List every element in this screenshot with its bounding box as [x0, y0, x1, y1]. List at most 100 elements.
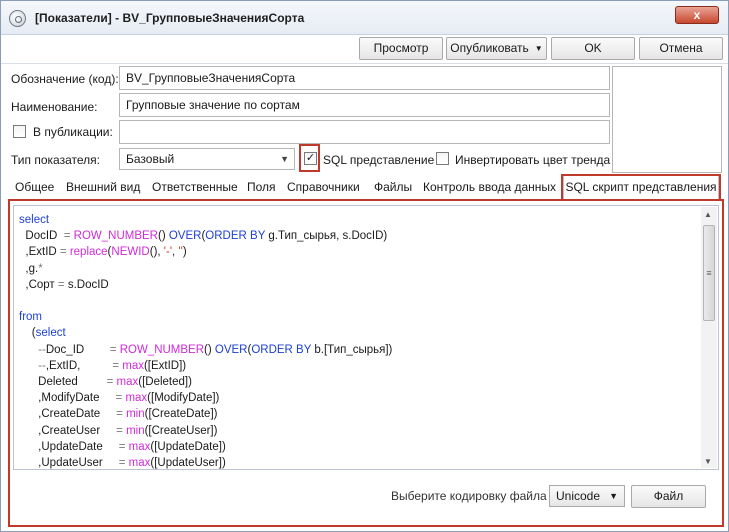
preview-button[interactable]: Просмотр: [359, 37, 443, 60]
scroll-up-icon[interactable]: ▲: [704, 210, 712, 219]
sql-view-label: SQL представление: [323, 153, 435, 167]
publication-field[interactable]: [119, 120, 610, 144]
code-token: (): [158, 230, 169, 243]
code-token: =: [59, 246, 67, 259]
code-token: ([ModifyDate]): [147, 392, 220, 405]
code-token: '-': [163, 246, 173, 259]
code-token: from: [19, 311, 42, 324]
code-token: ([UpdateDate]): [150, 440, 226, 453]
encoding-select[interactable]: Unicode ▼: [549, 485, 625, 507]
tab-fields[interactable]: Поля: [247, 180, 276, 194]
file-button[interactable]: Файл: [631, 485, 706, 508]
image-preview-box: [612, 66, 722, 173]
code-token: max: [125, 392, 148, 405]
code-token: =: [116, 408, 123, 421]
code-token: Deleted: [19, 376, 107, 389]
window-title: [Показатели] - BV_ГрупповыеЗначенияСорта: [35, 11, 305, 25]
code-token: =: [116, 424, 123, 437]
code-token: max: [128, 457, 151, 470]
publish-button[interactable]: Опубликовать ▼: [446, 37, 547, 60]
code-token: OVER: [168, 230, 202, 243]
chevron-down-icon: ▼: [280, 154, 289, 164]
app-logo-icon: [9, 10, 26, 27]
publication-checkbox[interactable]: [13, 125, 26, 138]
code-token: ,ModifyDate: [19, 392, 116, 405]
code-line: ,CreateDate = min([CreateDate]): [19, 406, 392, 422]
code-token: NEWID: [111, 246, 150, 259]
code-token: ): [182, 246, 187, 259]
code-line: ,g.*: [19, 261, 392, 277]
tab-responsible[interactable]: Ответственные: [152, 180, 238, 194]
code-line: Deleted = max([Deleted]): [19, 374, 392, 390]
invert-trend-checkbox[interactable]: [436, 152, 449, 165]
tab-input-control[interactable]: Контроль ввода данных: [423, 180, 556, 194]
code-token: ,ExtID,: [45, 359, 113, 372]
code-line: ,ExtID = replace(NEWID(), '-', ''): [19, 244, 392, 260]
code-token: DocID: [19, 230, 64, 243]
code-token: ,UpdateUser: [19, 457, 119, 470]
code-line: --Doc_ID = ROW_NUMBER() OVER(ORDER BY b.…: [19, 342, 392, 358]
code-token: --: [38, 343, 46, 356]
invert-trend-label: Инвертировать цвет тренда: [455, 153, 611, 167]
code-token: ,ExtID: [19, 246, 60, 259]
scroll-down-icon[interactable]: ▼: [704, 457, 712, 466]
cancel-button[interactable]: Отмена: [639, 37, 723, 60]
code-line: DocID = ROW_NUMBER() OVER(ORDER BY g.Тип…: [19, 228, 392, 244]
encoding-label: Выберите кодировку файла: [391, 489, 547, 503]
code-token: s.DocID: [64, 278, 109, 291]
code-token: ([UpdateUser]): [150, 457, 226, 470]
code-token: ROW_NUMBER: [119, 343, 205, 356]
code-token: =: [57, 278, 65, 291]
code-token: min: [126, 408, 145, 421]
title-bar: [Показатели] - BV_ГрупповыеЗначенияСорта…: [1, 1, 728, 35]
encoding-select-value: Unicode: [556, 489, 601, 503]
code-line: select: [19, 212, 392, 228]
code-token: ,CreateUser: [19, 424, 117, 437]
code-token: *: [38, 262, 43, 275]
type-select[interactable]: Базовый ▼: [119, 148, 295, 170]
code-line: --,ExtID, = max([ExtID]): [19, 358, 392, 374]
code-line: ,ModifyDate = max([ModifyDate]): [19, 390, 392, 406]
code-token: (): [204, 343, 215, 356]
code-token: ([CreateUser]): [144, 424, 218, 437]
name-field[interactable]: Групповые значение по сортам: [119, 93, 610, 117]
sql-code[interactable]: select DocID = ROW_NUMBER() OVER(ORDER B…: [19, 212, 392, 470]
sql-editor[interactable]: select DocID = ROW_NUMBER() OVER(ORDER B…: [13, 205, 719, 470]
type-select-value: Базовый: [126, 152, 175, 166]
code-token: select: [19, 214, 50, 226]
tab-files[interactable]: Файлы: [374, 180, 412, 194]
chevron-down-icon: ▼: [609, 491, 618, 501]
sql-view-checkbox[interactable]: ✓: [304, 152, 317, 165]
code-field[interactable]: BV_ГрупповыеЗначенияСорта: [119, 66, 610, 90]
code-token: --: [38, 359, 46, 372]
code-line: ,CreateUser = min([CreateUser]): [19, 423, 392, 439]
code-token: ROW_NUMBER: [73, 230, 158, 243]
type-label: Тип показателя:: [11, 153, 100, 167]
tab-directories[interactable]: Справочники: [287, 180, 360, 194]
code-token: ([ExtID]): [143, 359, 187, 372]
scroll-thumb[interactable]: ≡: [703, 225, 715, 321]
publication-label: В публикации:: [33, 125, 113, 139]
code-token: max: [128, 440, 151, 453]
code-token: ORDER BY: [251, 343, 312, 356]
code-line: ,UpdateDate = max([UpdateDate]): [19, 439, 392, 455]
close-button[interactable]: x: [675, 6, 719, 24]
sql-tab-highlight: [561, 174, 721, 201]
tab-general[interactable]: Общее: [15, 180, 54, 194]
code-token: (: [19, 327, 36, 340]
code-token: max: [122, 359, 144, 372]
ok-button[interactable]: OK: [551, 37, 635, 60]
code-token: ,g.: [19, 262, 39, 275]
code-token: b.[Тип_сырья]): [311, 343, 393, 356]
checkmark-icon: ✓: [305, 152, 316, 164]
code-token: Doc_ID: [45, 343, 110, 356]
code-line: ,Сорт = s.DocID: [19, 277, 392, 293]
vertical-scrollbar[interactable]: ▲ ≡ ▼: [701, 207, 717, 468]
code-line: (select: [19, 325, 392, 341]
code-token: OVER: [214, 343, 248, 356]
code-token: ,UpdateDate: [19, 440, 119, 453]
code-token: ORDER BY: [205, 230, 266, 243]
tab-appearance[interactable]: Внешний вид: [66, 180, 140, 194]
